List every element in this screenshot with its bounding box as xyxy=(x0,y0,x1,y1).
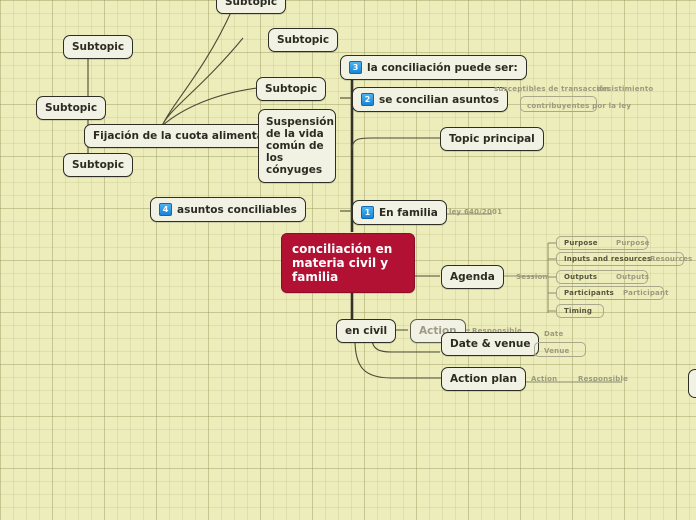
node-label: se concilian asuntos xyxy=(379,93,499,106)
node-topic-principal[interactable]: Topic principal xyxy=(440,127,544,151)
node-en-civil[interactable]: en civil xyxy=(336,319,397,343)
node-se-concilian-asuntos[interactable]: 2 se concilian asuntos xyxy=(352,87,508,112)
badge-number: 3 xyxy=(349,61,362,74)
node-label: Subtopic xyxy=(265,83,318,95)
label-plan-action: Action xyxy=(531,375,558,383)
node-subtopic-right-low[interactable]: Subtopic xyxy=(256,77,327,101)
label-agenda-timing: Timing xyxy=(564,307,593,315)
badge-number: 1 xyxy=(361,206,374,219)
node-subtopic-left[interactable]: Subtopic xyxy=(36,96,107,120)
label-agenda-purpose-tag: Purpose xyxy=(616,239,650,247)
node-asuntos-conciliables[interactable]: 4 asuntos conciliables xyxy=(150,197,306,222)
label-susceptibles-transaccion: susceptibles de transacción xyxy=(494,85,610,93)
label-date: Date xyxy=(544,330,564,338)
node-label: Subtopic xyxy=(72,41,125,53)
label-agenda-outputs: Outputs xyxy=(564,273,598,281)
label-session: Session xyxy=(516,273,548,281)
label-ley-640-2001: ley 640/2001 xyxy=(449,208,503,216)
label-agenda-inputs-tag: Resources xyxy=(650,255,693,263)
clipped-node-right-edge[interactable] xyxy=(688,369,696,398)
node-label: la conciliación puede ser: xyxy=(367,61,518,74)
label-agenda-outputs-tag: Outputs xyxy=(616,273,650,281)
label-desistimiento: desistimiento xyxy=(597,85,654,93)
node-label: Agenda xyxy=(450,271,495,283)
label-venue: Venue xyxy=(544,347,570,355)
central-topic[interactable]: conciliación en materia civil y familia xyxy=(281,233,415,293)
node-en-familia[interactable]: 1 En familia xyxy=(352,200,447,225)
node-label: Subtopic xyxy=(45,102,98,114)
node-label: Subtopic xyxy=(225,0,278,8)
node-label: Action plan xyxy=(450,373,517,385)
node-subtopic-lower-left[interactable]: Subtopic xyxy=(63,153,134,177)
mindmap-canvas[interactable]: Subtopic Subtopic Subtopic Subtopic Subt… xyxy=(0,0,696,520)
node-suspension-vida-comun[interactable]: Suspensión de la vida común de los cónyu… xyxy=(258,109,336,183)
node-subtopic-top[interactable]: Subtopic xyxy=(216,0,287,14)
node-subtopic-mid-right[interactable]: Subtopic xyxy=(268,28,339,52)
node-subtopic-upper-left[interactable]: Subtopic xyxy=(63,35,134,59)
node-label: Subtopic xyxy=(277,34,330,46)
label-agenda-purpose: Purpose xyxy=(564,239,598,247)
label-contribuyentes-ley: contribuyentes por la ley xyxy=(527,102,632,110)
node-date-venue[interactable]: Date & venue xyxy=(441,332,540,356)
node-label: en civil xyxy=(345,325,388,337)
label-agenda-participants-tag: Participant xyxy=(623,289,669,297)
node-label: Fijación de la cuota alimentaria xyxy=(93,130,280,142)
label-plan-responsible: Responsible xyxy=(578,375,629,383)
central-topic-label: conciliación en materia civil y familia xyxy=(292,242,393,284)
label-agenda-participants: Participants xyxy=(564,289,615,297)
node-conciliacion-puede-ser[interactable]: 3 la conciliación puede ser: xyxy=(340,55,527,80)
node-action-plan[interactable]: Action plan xyxy=(441,367,526,391)
node-label: asuntos conciliables xyxy=(177,203,297,216)
node-agenda[interactable]: Agenda xyxy=(441,265,504,289)
node-label: Suspensión de la vida común de los cónyu… xyxy=(266,116,334,176)
node-label: Topic principal xyxy=(449,133,535,145)
node-label: Date & venue xyxy=(450,338,531,350)
badge-number: 2 xyxy=(361,93,374,106)
badge-number: 4 xyxy=(159,203,172,216)
node-label: En familia xyxy=(379,206,438,219)
node-label: Subtopic xyxy=(72,159,125,171)
label-agenda-inputs: Inputs and resources xyxy=(564,255,652,263)
